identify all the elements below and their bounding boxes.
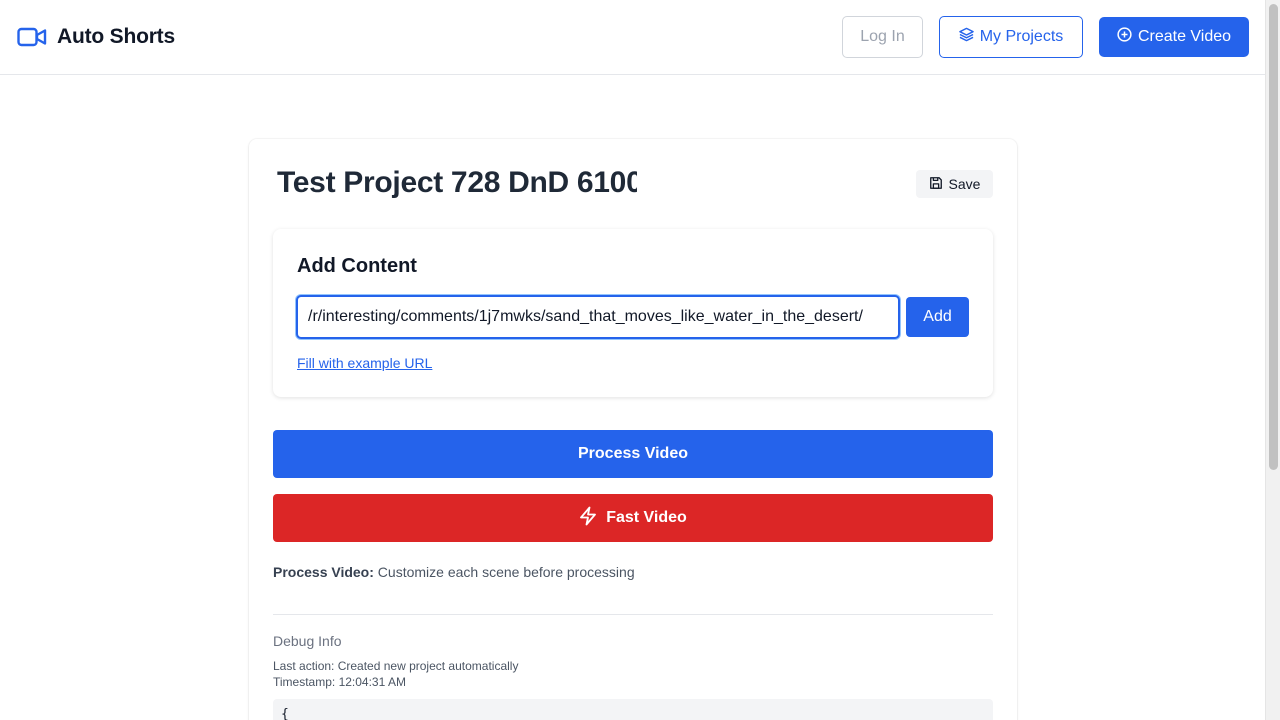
login-label: Log In [860,28,905,45]
process-note-text: Customize each scene before processing [373,564,635,580]
fast-video-button[interactable]: Fast Video [273,494,993,542]
save-label: Save [948,176,981,192]
debug-timestamp: Timestamp: 12:04:31 AM [273,675,406,689]
process-note: Process Video: Customize each scene befo… [273,564,635,580]
video-camera-icon [17,24,47,50]
login-button[interactable]: Log In [842,16,923,58]
create-video-label: Create Video [1137,28,1232,45]
project-title[interactable]: Test Project 728 DnD 6100 [277,166,637,200]
debug-title: Debug Info [273,633,342,649]
brand[interactable]: Auto Shorts [17,24,175,50]
project-card: Test Project 728 DnD 6100 Save Add Conte… [249,139,1017,720]
fast-video-label: Fast Video [606,509,687,526]
save-button[interactable]: Save [916,170,993,198]
add-label: Add [923,308,952,325]
plus-circle-icon [1117,27,1132,47]
add-button[interactable]: Add [906,297,969,337]
divider [273,614,993,615]
process-video-button[interactable]: Process Video [273,430,993,478]
layers-icon [958,27,974,47]
debug-json: { [273,699,993,720]
create-video-button[interactable]: Create Video [1099,17,1249,57]
url-input[interactable] [296,295,900,339]
process-note-label: Process Video: [273,564,374,580]
add-content-title: Add Content [297,255,417,277]
my-projects-button[interactable]: My Projects [939,16,1083,58]
top-nav: Auto Shorts Log In My Projects Create Vi… [0,0,1265,75]
page-scrollbar[interactable] [1265,0,1280,720]
my-projects-label: My Projects [979,28,1064,45]
brand-name: Auto Shorts [57,25,175,48]
fill-example-url-link[interactable]: Fill with example URL [297,355,432,371]
add-content-panel: Add Content Add Fill with example URL [273,229,993,397]
floppy-disk-icon [929,176,943,193]
scrollbar-thumb[interactable] [1269,4,1278,470]
lightning-icon [579,506,597,531]
debug-last-action: Last action: Created new project automat… [273,659,519,673]
process-video-label: Process Video [578,445,688,462]
